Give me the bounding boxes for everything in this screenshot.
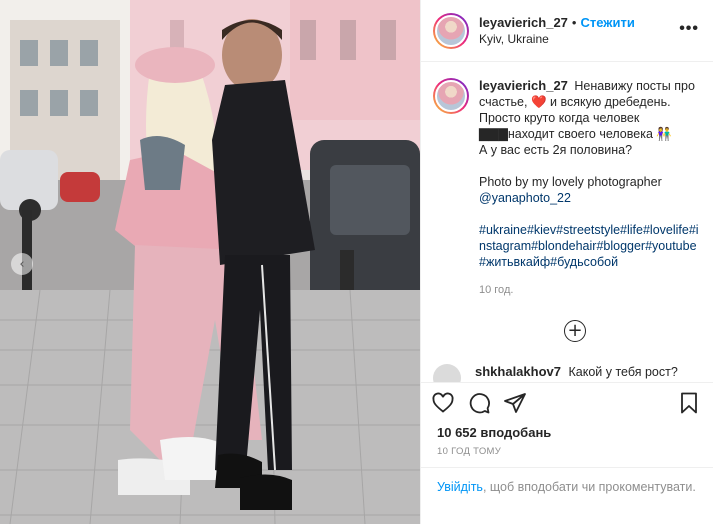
post-side-panel: leyavierich_27 • Стежити Kyiv, Ukraine •… — [420, 0, 713, 524]
commenter-avatar[interactable] — [433, 364, 461, 382]
photo-scene — [0, 0, 420, 524]
author-avatar[interactable] — [433, 12, 469, 49]
follow-button[interactable]: Стежити — [580, 15, 634, 31]
heart-icon[interactable] — [431, 391, 455, 415]
caption-hashtags[interactable]: #ukraine#kiev#streetstyle#life#lovelife#… — [479, 222, 701, 270]
bookmark-icon[interactable] — [677, 391, 701, 415]
login-link[interactable]: Увійдіть — [437, 480, 483, 494]
post-location[interactable]: Kyiv, Ukraine — [479, 31, 635, 47]
share-icon[interactable] — [503, 391, 527, 415]
login-prompt: Увійдіть, щоб вподобати чи прокоментуват… — [421, 468, 713, 524]
carousel-prev-button[interactable]: ‹ — [11, 253, 33, 275]
chevron-left-icon: ‹ — [19, 256, 25, 272]
post-dialog: ‹ leyavierich_27 • Стежити Kyiv, Ukraine… — [0, 0, 713, 524]
comments-list[interactable]: leyavierich_27 Ненавижу посты про счасть… — [421, 62, 713, 382]
caption-username[interactable]: leyavierich_27 — [479, 78, 568, 93]
comment-text: Какой у тебя рост? — [568, 365, 678, 379]
author-username[interactable]: leyavierich_27 — [479, 15, 568, 31]
caption-text-2: А у вас есть 2я половина? — [479, 143, 633, 157]
separator-dot: • — [571, 14, 577, 30]
comment-icon[interactable] — [467, 391, 491, 415]
plus-circle-icon: + — [567, 319, 583, 341]
caption-timestamp: 10 год. — [479, 284, 514, 296]
caption-mention-link[interactable]: @yanaphoto_22 — [479, 191, 571, 205]
action-bar — [421, 382, 713, 422]
post-header: leyavierich_27 • Стежити Kyiv, Ukraine •… — [421, 0, 713, 62]
likes-count[interactable]: 10 652 вподобань — [421, 422, 713, 444]
login-prompt-text: , щоб вподобати чи прокоментувати. — [482, 480, 696, 494]
more-icon[interactable]: ••• — [679, 20, 699, 38]
post-timestamp: 10 ГОД ТОМУ — [421, 444, 713, 468]
load-more-comments-button[interactable]: + — [564, 320, 586, 342]
post-caption: leyavierich_27 Ненавижу посты про счасть… — [433, 78, 701, 298]
commenter-username[interactable]: shkhalakhov7 — [475, 364, 561, 379]
comment-item: shkhalakhov7 Какой у тебя рост? — [433, 364, 701, 382]
post-photo[interactable]: ‹ — [0, 0, 420, 524]
caption-photo-credit: Photo by my lovely photographer — [479, 175, 662, 189]
caption-avatar[interactable] — [433, 78, 469, 114]
